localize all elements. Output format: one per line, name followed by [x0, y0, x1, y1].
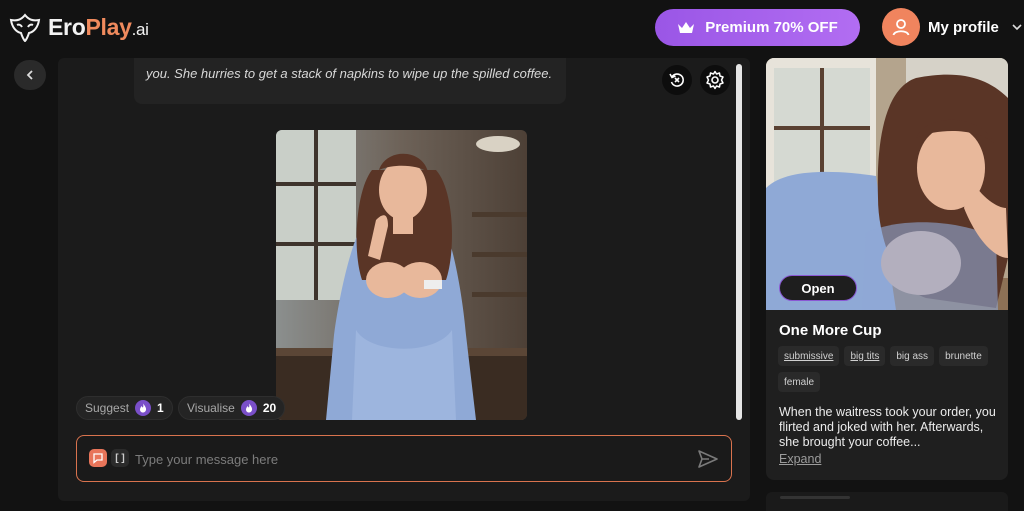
flame-icon: [135, 400, 152, 416]
reset-icon: [669, 73, 684, 87]
generated-image[interactable]: [276, 130, 527, 420]
expand-link[interactable]: Expand: [779, 452, 821, 466]
back-button[interactable]: [14, 60, 46, 90]
logo-text-ero: Ero: [48, 13, 86, 40]
logo-text-ai: .ai: [131, 19, 149, 39]
waitress-illustration: [276, 130, 527, 420]
logo-text: EroPlay.ai: [48, 14, 149, 41]
tag-brunette[interactable]: brunette: [939, 346, 988, 366]
chevron-down-icon[interactable]: [1011, 21, 1023, 33]
bottom-tab-indicator: [780, 496, 850, 499]
visualise-label: Visualise: [187, 401, 235, 415]
suggest-label: Suggest: [85, 401, 130, 415]
open-label: Open: [801, 280, 835, 296]
tag-list: submissive big tits big ass brunette fem…: [778, 346, 1000, 392]
profile-label: My profile: [928, 18, 999, 36]
message-text: you. She hurries to get a stack of napki…: [146, 66, 553, 81]
tag-submissive[interactable]: submissive: [778, 346, 840, 366]
message-input[interactable]: [135, 449, 695, 469]
flame-icon: [240, 400, 257, 416]
gear-icon: [706, 70, 724, 90]
suggest-button[interactable]: Suggest 1: [76, 396, 173, 420]
avatar[interactable]: [882, 8, 920, 46]
premium-button[interactable]: Premium 70% OFF: [655, 9, 860, 46]
reset-chat-button[interactable]: [662, 65, 692, 95]
open-button[interactable]: Open: [779, 275, 857, 301]
chat-bubble-icon[interactable]: [89, 449, 107, 467]
visualise-count: 20: [262, 401, 277, 415]
chat-panel: you. She hurries to get a stack of napki…: [58, 58, 750, 501]
logo[interactable]: EroPlay.ai: [8, 12, 149, 42]
chat-scrollbar[interactable]: [736, 64, 742, 420]
visualise-button[interactable]: Visualise 20: [178, 396, 286, 420]
suggest-count: 1: [157, 401, 164, 415]
profile-menu[interactable]: My profile: [882, 8, 1023, 46]
character-title: One More Cup: [779, 322, 882, 339]
settings-button[interactable]: [700, 65, 730, 95]
premium-label: Premium 70% OFF: [705, 19, 838, 36]
crown-icon: [678, 21, 695, 33]
user-icon: [892, 19, 910, 36]
tag-big-tits[interactable]: big tits: [844, 346, 886, 366]
character-illustration: [766, 58, 1008, 310]
mask-logo-icon: [9, 13, 41, 42]
logo-text-play: Play: [85, 13, 132, 40]
brackets-icon[interactable]: [ ]: [111, 449, 129, 467]
tag-female[interactable]: female: [778, 372, 821, 392]
send-icon[interactable]: [697, 448, 719, 470]
top-header: EroPlay.ai Premium 70% OFF My profile: [0, 0, 1024, 56]
character-description: When the waitress took your order, you f…: [779, 405, 996, 449]
tag-big-ass[interactable]: big ass: [890, 346, 935, 366]
back-chevron-icon: [26, 70, 33, 80]
message-input-box[interactable]: [ ]: [76, 435, 732, 482]
message-bubble: you. She hurries to get a stack of napki…: [134, 58, 566, 104]
scrollbar-thumb[interactable]: [736, 64, 742, 420]
bottom-panel-edge: [766, 492, 1008, 511]
character-card: Open One More Cup submissive big tits bi…: [766, 58, 1008, 480]
character-image[interactable]: [766, 58, 1008, 310]
input-mode-icons: [ ]: [89, 449, 129, 467]
